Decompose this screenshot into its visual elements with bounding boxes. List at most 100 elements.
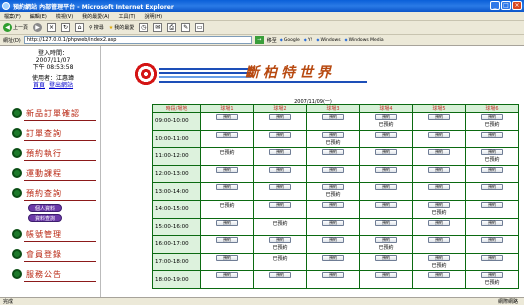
reserve-button[interactable]: 預約 bbox=[481, 166, 503, 173]
nav-item-order-query[interactable]: 訂單查詢 bbox=[4, 123, 100, 143]
reserve-button[interactable]: 預約 bbox=[375, 201, 397, 208]
reserve-button[interactable]: 預約 bbox=[216, 131, 238, 138]
link-google[interactable]: Google bbox=[280, 37, 300, 43]
mail-icon[interactable]: ✉ bbox=[153, 23, 163, 32]
table-row: 15:00-16:00 預約 已預約 預約 預約 預約 預約 bbox=[152, 217, 519, 237]
menu-favorites[interactable]: 我的最愛(A) bbox=[82, 13, 109, 20]
schedule-cell: 預約 已預約 bbox=[465, 112, 519, 131]
reserve-button[interactable]: 預約 bbox=[269, 131, 291, 138]
reserve-button[interactable]: 預約 bbox=[428, 166, 450, 173]
reserve-button[interactable]: 預約 bbox=[322, 184, 344, 191]
logout-link[interactable]: 登出網站 bbox=[49, 82, 73, 89]
reserve-button[interactable]: 預約 bbox=[269, 272, 291, 279]
reserve-button[interactable]: 預約 bbox=[375, 114, 397, 120]
reserve-button[interactable]: 預約 bbox=[428, 237, 450, 244]
print-icon[interactable]: ⎙ bbox=[167, 23, 177, 32]
reserve-button[interactable]: 預約 bbox=[481, 219, 503, 226]
reserve-button[interactable]: 預約 bbox=[269, 166, 291, 173]
menu-edit[interactable]: 編輯(E) bbox=[30, 13, 47, 20]
reserve-button[interactable]: 預約 bbox=[322, 272, 344, 279]
reserve-button[interactable]: 預約 bbox=[375, 184, 397, 191]
menu-file[interactable]: 檔案(F) bbox=[4, 13, 21, 20]
reserve-button[interactable]: 預約 bbox=[428, 149, 450, 156]
reserve-button[interactable]: 預約 bbox=[428, 131, 450, 138]
reserve-button[interactable]: 預約 bbox=[216, 114, 238, 120]
reserve-button[interactable]: 預約 bbox=[216, 237, 238, 244]
reserve-button[interactable]: 預約 bbox=[322, 237, 344, 244]
reserve-button[interactable]: 預約 bbox=[269, 201, 291, 208]
forward-button[interactable]: ▶ bbox=[33, 23, 43, 32]
reserve-button[interactable]: 預約 bbox=[428, 219, 450, 226]
reserve-button[interactable]: 預約 bbox=[375, 237, 397, 244]
reserve-button[interactable]: 預約 bbox=[216, 166, 238, 173]
reserve-button[interactable]: 預約 bbox=[481, 184, 503, 191]
reserve-button[interactable]: 預約 bbox=[322, 131, 344, 138]
maximize-button[interactable]: □ bbox=[501, 1, 511, 10]
menu-help[interactable]: 說明(H) bbox=[144, 13, 162, 20]
reserve-button[interactable]: 預約 bbox=[481, 131, 503, 138]
nav-item-account[interactable]: 帳號管理 bbox=[4, 224, 100, 244]
menu-view[interactable]: 檢視(V) bbox=[56, 13, 73, 20]
reserve-button[interactable]: 預約 bbox=[269, 114, 291, 120]
reserve-button[interactable]: 預約 bbox=[375, 131, 397, 138]
refresh-icon[interactable]: ↻ bbox=[61, 23, 71, 32]
reserve-button[interactable]: 預約 bbox=[216, 254, 238, 261]
nav-item-courses[interactable]: 運動課程 bbox=[4, 163, 100, 183]
reserve-button[interactable]: 預約 bbox=[322, 201, 344, 208]
link-yahoo[interactable]: Y! bbox=[304, 37, 313, 43]
favorites-button[interactable]: ★ 我的最愛 bbox=[109, 24, 135, 32]
reserve-button[interactable]: 預約 bbox=[428, 254, 450, 261]
home-link[interactable]: 首頁 bbox=[33, 82, 45, 89]
reserve-button[interactable]: 預約 bbox=[428, 114, 450, 120]
reserve-button[interactable]: 預約 bbox=[322, 114, 344, 120]
edit-icon[interactable]: ✎ bbox=[181, 23, 191, 32]
reserve-button[interactable]: 預約 bbox=[216, 219, 238, 226]
minimize-button[interactable]: _ bbox=[490, 1, 500, 10]
link-windows[interactable]: Windows bbox=[316, 37, 340, 43]
reserve-button[interactable]: 預約 bbox=[375, 272, 397, 279]
nav-item-reservation-query[interactable]: 預約查詢 bbox=[4, 183, 100, 203]
reserve-button[interactable]: 預約 bbox=[216, 272, 238, 279]
nav-item-announcements[interactable]: 服務公告 bbox=[4, 264, 100, 284]
reserve-button[interactable]: 預約 bbox=[375, 254, 397, 261]
history-icon[interactable]: ◷ bbox=[139, 23, 149, 32]
reserve-button[interactable]: 預約 bbox=[481, 237, 503, 244]
close-button[interactable]: × bbox=[512, 1, 522, 10]
reserve-button[interactable]: 預約 bbox=[269, 237, 291, 244]
reserve-button[interactable]: 預約 bbox=[216, 184, 238, 191]
menu-tools[interactable]: 工具(T) bbox=[119, 13, 136, 20]
go-button[interactable]: → bbox=[254, 36, 264, 44]
go-label[interactable]: 移至 bbox=[267, 37, 277, 44]
reserve-button[interactable]: 預約 bbox=[322, 254, 344, 261]
url-input[interactable]: http://127.0.0.1/phpweb/index2.asp bbox=[23, 36, 252, 44]
reserve-button[interactable]: 預約 bbox=[481, 149, 503, 156]
nav-item-new-order[interactable]: 新品訂單確認 bbox=[4, 103, 100, 123]
stop-icon[interactable]: × bbox=[47, 23, 57, 32]
reserve-button[interactable]: 預約 bbox=[269, 149, 291, 156]
reserve-button[interactable]: 預約 bbox=[481, 254, 503, 261]
reserve-button[interactable]: 預約 bbox=[481, 114, 503, 120]
data-query-button[interactable]: 資料查詢 bbox=[28, 214, 62, 222]
link-windows-media[interactable]: Windows Media bbox=[345, 37, 384, 43]
search-button[interactable]: ⚲ 搜尋 bbox=[89, 24, 104, 32]
home-icon[interactable]: ⌂ bbox=[75, 23, 85, 32]
reserve-button[interactable]: 預約 bbox=[375, 149, 397, 156]
folder-icon[interactable]: ▭ bbox=[195, 23, 205, 32]
nav-item-reservation[interactable]: 預約執行 bbox=[4, 143, 100, 163]
reserve-button[interactable]: 預約 bbox=[322, 219, 344, 226]
schedule-cell: 預約 bbox=[200, 129, 254, 149]
profile-button[interactable]: 個人資料 bbox=[28, 204, 62, 212]
reserve-button[interactable]: 預約 bbox=[269, 184, 291, 191]
nav-item-member[interactable]: 會員登錄 bbox=[4, 244, 100, 264]
reserve-button[interactable]: 預約 bbox=[375, 166, 397, 173]
reserve-button[interactable]: 預約 bbox=[322, 166, 344, 173]
reserve-button[interactable]: 預約 bbox=[481, 201, 503, 208]
reserve-button[interactable]: 預約 bbox=[322, 149, 344, 156]
reserve-button[interactable]: 預約 bbox=[428, 272, 450, 279]
reserve-button[interactable]: 預約 bbox=[481, 272, 503, 279]
reserve-button[interactable]: 預約 bbox=[428, 201, 450, 208]
reserve-button[interactable]: 預約 bbox=[375, 219, 397, 226]
back-button[interactable]: ◀ 上一頁 bbox=[3, 23, 28, 32]
reserve-button[interactable]: 預約 bbox=[428, 184, 450, 191]
nav-underline bbox=[24, 261, 96, 262]
